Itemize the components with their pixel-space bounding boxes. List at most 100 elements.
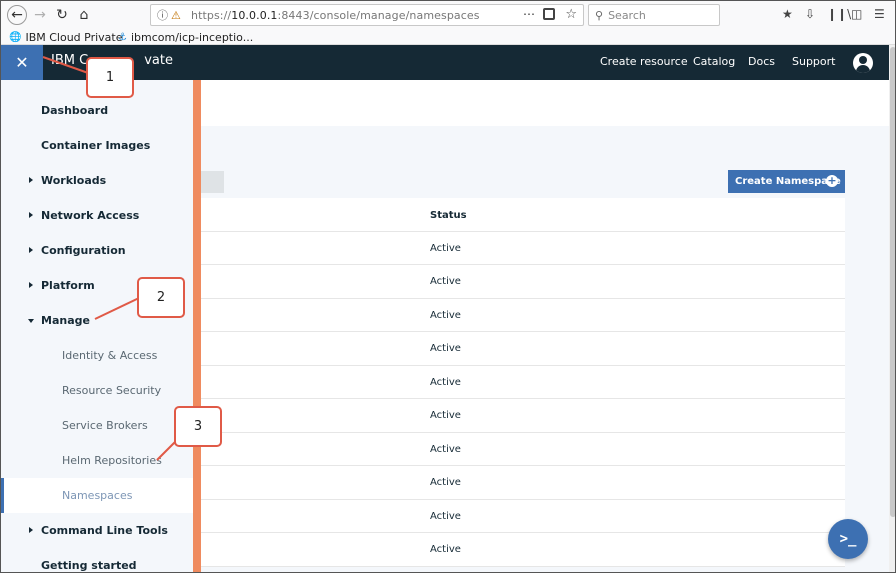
table-row[interactable]: Active xyxy=(201,466,845,500)
sidebar-item-getting-started[interactable]: Getting started xyxy=(1,548,193,572)
sidebar-nav: Dashboard Container Images Workloads Net… xyxy=(1,80,193,572)
search-icon: ⚲ xyxy=(595,8,604,22)
status-cell: Active xyxy=(430,376,461,388)
sidebar-item-label: Workloads xyxy=(41,174,107,187)
docker-icon: ⚓ xyxy=(118,31,127,43)
sidebar-item-dashboard[interactable]: Dashboard xyxy=(1,93,193,128)
sidebar-item-label: Resource Security xyxy=(62,384,162,397)
table-row[interactable]: Active xyxy=(201,366,845,399)
menu-icon[interactable]: ☰ xyxy=(874,7,885,21)
table-row[interactable]: Active xyxy=(201,299,845,332)
callout-2: 2 xyxy=(137,277,185,318)
brand-tail: vate xyxy=(144,53,173,68)
sidebar-item-label: Identity & Access xyxy=(62,349,158,362)
status-cell: Active xyxy=(430,510,461,522)
page-scrollbar[interactable] xyxy=(889,45,895,572)
bookmark-label: ibmcom/icp-inceptio... xyxy=(130,30,254,44)
app-header: ✕ IBM C vate Create resource Catalog Docs… xyxy=(1,45,889,80)
sidebar-item-label: Container Images xyxy=(41,139,151,152)
bookmark-label: IBM Cloud Private xyxy=(25,30,123,44)
browser-window: ← → ↻ ⌂ ⓘ ⚠ https://10.0.0.1:8443/consol… xyxy=(0,0,896,573)
url-host: 10.0.0.1 xyxy=(231,8,278,22)
url-text[interactable]: https://10.0.0.1:8443/console/manage/nam… xyxy=(191,9,480,22)
table-row[interactable]: Active xyxy=(201,500,845,533)
close-menu-icon[interactable]: ✕ xyxy=(1,45,43,80)
bookmark-star-icon[interactable]: ☆ xyxy=(565,7,577,22)
sidebar-item-network-access[interactable]: Network Access xyxy=(1,198,193,233)
search-placeholder: Search xyxy=(608,8,646,22)
callout-number: 1 xyxy=(105,70,115,85)
table-header-row: Status xyxy=(201,198,845,232)
pocket-icon[interactable] xyxy=(543,8,555,20)
status-cell: Active xyxy=(430,477,461,488)
status-cell: Active xyxy=(430,544,461,555)
page-actions-icon[interactable]: ⋯ xyxy=(523,7,535,21)
sidebar-item-label: Helm Repositories xyxy=(62,454,162,467)
sidebar-item-container-images[interactable]: Container Images xyxy=(1,128,193,163)
docs-link[interactable]: Docs xyxy=(748,55,775,68)
namespaces-table: Status Active Active Active Active Activ… xyxy=(201,198,845,567)
status-cell: Active xyxy=(430,410,461,421)
sidebar-item-workloads[interactable]: Workloads xyxy=(1,163,193,198)
status-cell: Active xyxy=(430,343,461,354)
table-row[interactable]: Active xyxy=(201,433,845,466)
table-row[interactable]: Active xyxy=(201,399,845,433)
sidebar-item-configuration[interactable]: Configuration xyxy=(1,233,193,268)
url-path: :8443/console/manage/namespaces xyxy=(277,8,480,22)
download-icon[interactable]: ⇩ xyxy=(805,7,815,21)
sidebar-item-label: Configuration xyxy=(41,244,126,257)
sidebar-item-service-brokers[interactable]: Service Brokers xyxy=(1,408,193,443)
caret-down-icon xyxy=(28,319,34,323)
sidebar-item-label: Platform xyxy=(41,279,95,292)
create-namespace-button[interactable]: Create Namespace + xyxy=(728,170,845,193)
support-link[interactable]: Support xyxy=(792,55,835,68)
table-search-field[interactable] xyxy=(201,171,224,193)
back-arrow-icon[interactable]: ← xyxy=(7,5,27,25)
info-icon[interactable]: ⓘ xyxy=(157,7,171,23)
bookmark-star-icon[interactable]: ★ xyxy=(782,7,793,21)
library-icon[interactable]: ❙❙\ xyxy=(827,7,851,21)
search-input[interactable]: ⚲ Search xyxy=(588,4,720,26)
sidebar-item-namespaces[interactable]: Namespaces xyxy=(1,478,193,513)
terminal-button[interactable]: >_ xyxy=(828,519,868,559)
sidebar-item-resource-security[interactable]: Resource Security xyxy=(1,373,193,408)
callout-3: 3 xyxy=(174,406,222,447)
scrollbar-thumb[interactable] xyxy=(890,47,895,517)
table-row[interactable]: Active xyxy=(201,232,845,265)
sidebar-item-label: Network Access xyxy=(41,209,140,222)
add-circle-icon: + xyxy=(826,174,838,187)
caret-right-icon xyxy=(29,247,33,253)
caret-right-icon xyxy=(29,527,33,533)
status-cell: Active xyxy=(430,309,461,321)
sidebar-item-label: Getting started xyxy=(41,559,137,572)
bookmark-ibm-cloud-private[interactable]: 🌐 IBM Cloud Private xyxy=(9,29,123,45)
sidebar-item-label: Manage xyxy=(41,314,90,327)
user-avatar-icon[interactable] xyxy=(853,53,873,73)
sidebar-item-label: Dashboard xyxy=(41,104,109,117)
insecure-lock-icon[interactable]: ⚠ xyxy=(171,9,185,22)
create-namespace-label: Create Namespace xyxy=(735,176,841,187)
globe-icon: 🌐 xyxy=(9,31,22,43)
url-prefix: https:// xyxy=(191,8,232,22)
table-row[interactable]: Active xyxy=(201,533,845,567)
sidebar-toggle-icon[interactable]: ◫ xyxy=(851,7,862,21)
url-bar[interactable]: ⓘ ⚠ https://10.0.0.1:8443/console/manage… xyxy=(150,4,584,26)
create-resource-link[interactable]: Create resource xyxy=(600,55,688,68)
table-row[interactable]: Active xyxy=(201,265,845,299)
status-column-header[interactable]: Status xyxy=(430,210,467,221)
status-cell: Active xyxy=(430,242,461,254)
browser-toolbar: ← → ↻ ⌂ ⓘ ⚠ https://10.0.0.1:8443/consol… xyxy=(1,1,895,29)
page-header-area xyxy=(201,80,889,126)
sidebar-item-helm-repositories[interactable]: Helm Repositories xyxy=(1,443,193,478)
callout-number: 2 xyxy=(156,290,166,305)
caret-right-icon xyxy=(29,177,33,183)
home-icon[interactable]: ⌂ xyxy=(74,5,94,25)
forward-arrow-icon[interactable]: → xyxy=(30,5,50,25)
catalog-link[interactable]: Catalog xyxy=(693,55,735,68)
sidebar-item-identity-access[interactable]: Identity & Access xyxy=(1,338,193,373)
callout-1: 1 xyxy=(86,57,134,98)
reload-icon[interactable]: ↻ xyxy=(52,5,72,25)
table-row[interactable]: Active xyxy=(201,332,845,366)
sidebar-item-command-line-tools[interactable]: Command Line Tools xyxy=(1,513,193,548)
bookmark-icp-inception[interactable]: ⚓ ibmcom/icp-inceptio... xyxy=(118,29,253,45)
